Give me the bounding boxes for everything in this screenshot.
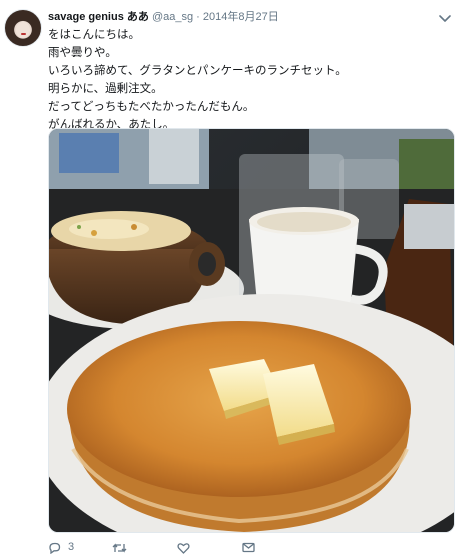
like-icon [177,542,190,554]
display-name[interactable]: savage genius ああ [48,11,149,23]
tweet-line: をはこんにちは。 [48,29,140,41]
message-icon [242,542,255,553]
direct-message-button[interactable] [242,541,255,554]
reply-count: 3 [68,541,75,553]
tweet-header: savage genius ああ @aa_sg · 2014年8月27日 [48,9,279,25]
tweet-line: 明らかに、過剰注文。 [48,83,163,95]
reply-icon [48,542,61,554]
retweet-icon [112,542,127,554]
reply-button[interactable]: 3 [48,541,74,554]
tweet-actions: 3 [48,541,348,554]
avatar-face [16,22,30,38]
like-button[interactable] [177,541,197,554]
user-handle[interactable]: @aa_sg [152,11,193,23]
retweet-button[interactable] [112,541,134,554]
tweet-line: だってどっちもたべたかったんだもん。 [48,101,255,113]
separator-dot: · [196,11,200,23]
chevron-down-icon[interactable] [439,11,451,22]
tweet-line: 雨や曇りや。 [48,47,117,59]
avatar-lips [21,33,26,35]
tweet-text: をはこんにちは。 雨や曇りや。 いろいろ諦めて、グラタンとパンケーキのランチセッ… [48,26,448,134]
avatar[interactable] [4,9,42,47]
tweet-date[interactable]: 2014年8月27日 [203,11,279,23]
tweet-line: いろいろ諦めて、グラタンとパンケーキのランチセット。 [48,65,347,77]
tweet: savage genius ああ @aa_sg · 2014年8月27日 をはこ… [0,0,463,554]
tweet-photo[interactable] [48,128,455,533]
